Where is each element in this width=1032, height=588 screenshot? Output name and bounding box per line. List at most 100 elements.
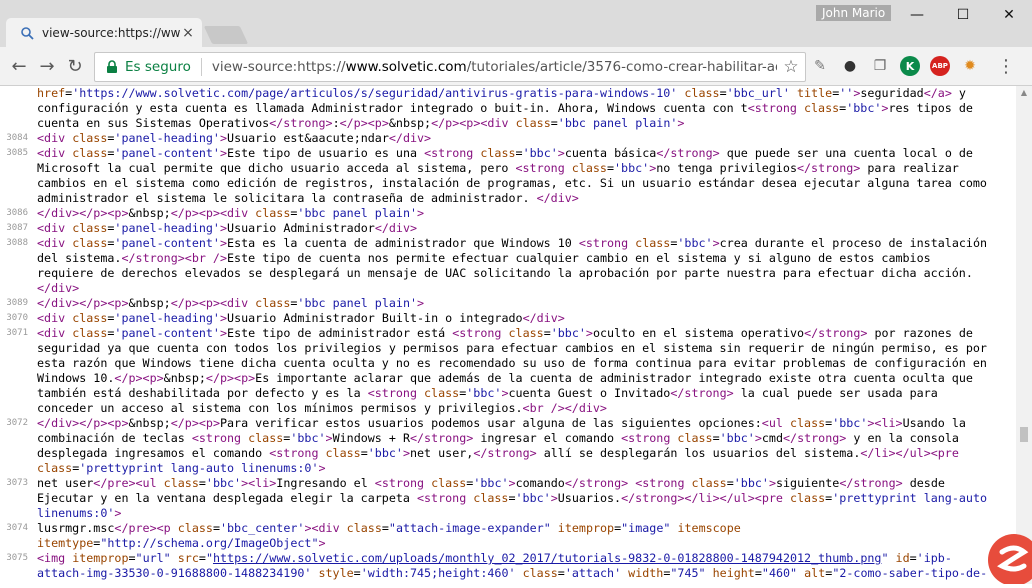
- source-code: Windows 10.</p><p>&nbsp;</p><p>Es import…: [37, 371, 973, 386]
- source-code: <img itemprop="url" src="https://www.sol…: [37, 551, 952, 566]
- source-token: Windows + R: [332, 431, 410, 445]
- source-token: =: [712, 431, 720, 445]
- tab-view-source[interactable]: view-source:https://www ×: [6, 18, 202, 48]
- vertical-scrollbar[interactable]: ▲ ▼: [1016, 86, 1032, 584]
- source-token: class: [571, 161, 607, 175]
- source-token: ": [205, 551, 213, 565]
- line-number: 3075: [6, 553, 28, 563]
- brush-icon[interactable]: ✎: [810, 56, 830, 76]
- profile-name[interactable]: John Mario: [816, 5, 892, 21]
- source-token: class: [37, 461, 73, 475]
- source-token: class: [515, 116, 551, 130]
- source-token: &nbsp;: [128, 206, 171, 220]
- source-token: <strong: [452, 326, 509, 340]
- source-token: [551, 521, 558, 535]
- source-token: class: [255, 296, 291, 310]
- source-token: </div>: [388, 131, 432, 145]
- source-token: Ingresando el: [276, 476, 375, 490]
- source-token: </div></p><p>: [37, 416, 129, 430]
- forward-button[interactable]: →: [34, 53, 60, 79]
- source-token: class: [431, 476, 467, 490]
- source-token: =: [198, 551, 206, 565]
- source-token: </pre><ul: [93, 476, 164, 490]
- source-token: <strong: [191, 431, 249, 445]
- back-button[interactable]: ←: [6, 53, 32, 79]
- source-token: Es importante aclarar que además de la c…: [255, 371, 973, 385]
- source-code: también está deshabilitada por defecto y…: [37, 386, 938, 401]
- source-code: linenums:0'>: [37, 506, 121, 521]
- source-token: del sistema.: [37, 251, 122, 265]
- source-token: class: [72, 326, 108, 340]
- source-token: class: [72, 131, 108, 145]
- lock-icon: [107, 60, 117, 73]
- source-token: </strong>: [796, 161, 861, 175]
- address-bar[interactable]: Es seguro view-source:https://www.solvet…: [94, 52, 806, 82]
- source-token: "745": [670, 566, 706, 580]
- source-token: class: [72, 311, 108, 325]
- tab-close-icon[interactable]: ×: [180, 25, 196, 41]
- scrollbar-thumb[interactable]: [1020, 427, 1028, 442]
- source-token: 'panel-content': [114, 326, 220, 340]
- source-link[interactable]: https://www.solvetic.com/uploads/monthly…: [213, 551, 881, 565]
- source-token: configuración y esta cuenta es llamada A…: [37, 101, 748, 115]
- source-token: class: [163, 476, 199, 490]
- source-token: "2-como-saber-tipo-de-: [832, 566, 988, 580]
- source-token: res tipos de: [888, 101, 973, 115]
- source-token: =: [550, 116, 558, 130]
- source-token: 'panel-heading': [114, 311, 220, 325]
- url-host: www.solvetic.com: [345, 59, 467, 75]
- source-token: <strong: [269, 446, 326, 460]
- source-token: =: [543, 326, 551, 340]
- new-tab-button[interactable]: [203, 26, 249, 44]
- source-token: <strong: [747, 101, 804, 115]
- maximize-button[interactable]: ☐: [940, 0, 986, 30]
- adblock-icon[interactable]: ABP: [930, 56, 950, 76]
- puzzle-icon[interactable]: ✹: [960, 56, 980, 76]
- source-token: >: [712, 236, 720, 250]
- source-token: 'bbc': [832, 416, 868, 430]
- source-token: ": [881, 551, 889, 565]
- source-code: </div></p><p>&nbsp;</p><p><div class='bb…: [37, 206, 424, 221]
- source-token: 'bbc': [614, 161, 650, 175]
- source-token: >: [318, 536, 326, 550]
- source-token: >: [219, 131, 228, 145]
- menu-icon[interactable]: ⋮: [996, 56, 1016, 77]
- source-token: crea durante el proceso de instalación: [719, 236, 988, 250]
- bookmark-star-icon[interactable]: ☆: [777, 57, 805, 77]
- url-text[interactable]: view-source:https://www.solvetic.com/tut…: [212, 59, 777, 75]
- source-token: =: [719, 86, 727, 100]
- source-token: 'bbc': [367, 446, 403, 460]
- source-token: &nbsp;: [388, 116, 432, 130]
- source-token: 'https://www.solvetic.com/page/articulos…: [72, 86, 678, 100]
- source-code: cambios en el sistema como edición de re…: [37, 176, 987, 191]
- close-window-button[interactable]: ✕: [986, 0, 1032, 30]
- source-token: </strong>: [804, 326, 868, 340]
- source-token: </strong>: [656, 146, 720, 160]
- source-token: Usuarios.: [557, 491, 622, 505]
- url-scheme: view-source:https://: [211, 59, 346, 75]
- source-token: </div>: [536, 191, 579, 205]
- source-token: class: [635, 236, 671, 250]
- secure-label[interactable]: Es seguro: [125, 59, 191, 75]
- source-token: width: [628, 566, 664, 580]
- source-token: </div>: [374, 221, 418, 235]
- source-token: siguiente: [775, 476, 840, 490]
- minimize-button[interactable]: —: [894, 0, 940, 30]
- copy-icon[interactable]: ❐: [870, 56, 890, 76]
- source-code: seguridad ya que cuenta con todos los pr…: [37, 341, 987, 356]
- source-token: 'panel-content': [114, 146, 220, 160]
- reload-button[interactable]: ↻: [62, 53, 88, 79]
- source-token: <strong: [578, 236, 636, 250]
- source-token: itemprop: [72, 551, 129, 565]
- source-token: para realizar: [860, 161, 959, 175]
- scroll-up-icon[interactable]: ▲: [1016, 86, 1032, 100]
- source-token: style: [318, 566, 354, 580]
- source-token: linenums:0': [37, 506, 115, 520]
- source-token: &nbsp;: [163, 371, 206, 385]
- kaspersky-icon[interactable]: K: [900, 56, 920, 76]
- source-token: </strong>: [783, 431, 847, 445]
- url-path: /tutoriales/article/3576-como-crear-habi…: [466, 59, 777, 75]
- source-token: 'prettyprint lang-auto linenums:0': [79, 461, 319, 475]
- spy-icon[interactable]: ●: [840, 56, 860, 76]
- source-token: class: [424, 386, 460, 400]
